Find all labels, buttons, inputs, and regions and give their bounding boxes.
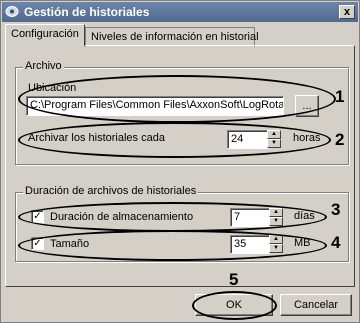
annotation-oval: [18, 122, 331, 158]
annotation-number: 3: [331, 200, 341, 219]
title-bar: Gestión de historiales x: [2, 2, 358, 22]
annotation-number: 5: [229, 270, 239, 289]
annotation-oval: [18, 230, 327, 261]
duracion-group-title: Duración de archivos de historiales: [23, 185, 199, 197]
annotation-number: 2: [335, 130, 345, 149]
window-title: Gestión de historiales: [24, 5, 150, 19]
annotation-oval: [192, 291, 277, 320]
archivo-group-title: Archivo: [23, 60, 64, 72]
app-icon: [5, 6, 19, 17]
cancel-button[interactable]: Cancelar: [280, 294, 352, 316]
tab-niveles-informacion[interactable]: Niveles de información en historial: [85, 27, 259, 47]
close-button[interactable]: x: [339, 5, 355, 19]
annotation-oval: [18, 75, 336, 123]
tab-configuracion[interactable]: Configuración: [5, 24, 85, 46]
dialog-window: Gestión de historiales x Configuración N…: [0, 0, 360, 323]
annotation-number: 4: [331, 233, 341, 252]
annotation-number: 1: [335, 87, 345, 106]
annotation-oval: [18, 202, 327, 232]
